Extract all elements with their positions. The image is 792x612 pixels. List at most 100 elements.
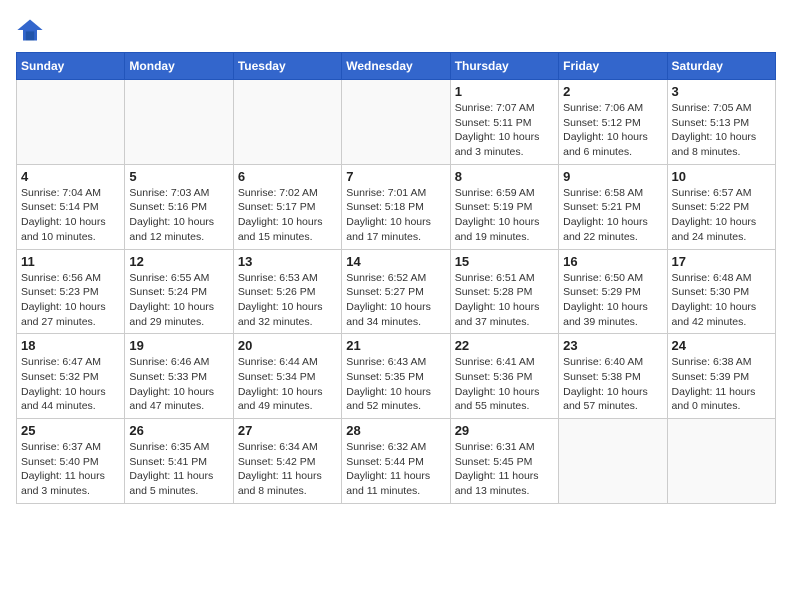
calendar-header-wednesday: Wednesday xyxy=(342,53,450,80)
day-info: Sunrise: 6:59 AM Sunset: 5:19 PM Dayligh… xyxy=(455,186,554,245)
logo-icon xyxy=(16,16,44,44)
day-number: 26 xyxy=(129,423,228,438)
day-number: 11 xyxy=(21,254,120,269)
day-info: Sunrise: 7:04 AM Sunset: 5:14 PM Dayligh… xyxy=(21,186,120,245)
calendar-cell: 22Sunrise: 6:41 AM Sunset: 5:36 PM Dayli… xyxy=(450,334,558,419)
day-number: 8 xyxy=(455,169,554,184)
day-number: 3 xyxy=(672,84,771,99)
calendar-cell: 7 Sunrise: 7:01 AM Sunset: 5:18 PM Daylig… xyxy=(342,164,450,249)
day-info: Sunrise: 7:03 AM Sunset: 5:16 PM Dayligh… xyxy=(129,186,228,245)
day-info: Sunrise: 6:56 AM Sunset: 5:23 PM Dayligh… xyxy=(21,271,120,330)
calendar-cell: 11 Sunrise: 6:56 AM Sunset: 5:23 PM Dayli… xyxy=(17,249,125,334)
day-number: 29 xyxy=(455,423,554,438)
calendar-header-row: SundayMondayTuesdayWednesdayThursdayFrid… xyxy=(17,53,776,80)
day-info: Sunrise: 6:46 AM Sunset: 5:33 PM Dayligh… xyxy=(129,355,228,414)
calendar-cell: 6 Sunrise: 7:02 AM Sunset: 5:17 PM Daylig… xyxy=(233,164,341,249)
calendar-cell: 26 Sunrise: 6:35 AM Sunset: 5:41 PM Dayli… xyxy=(125,419,233,504)
calendar-cell: 29 Sunrise: 6:31 AM Sunset: 5:45 PM Dayli… xyxy=(450,419,558,504)
calendar-cell: 25Sunrise: 6:37 AM Sunset: 5:40 PM Dayli… xyxy=(17,419,125,504)
day-number: 4 xyxy=(21,169,120,184)
calendar-week-row: 18 Sunrise: 6:47 AM Sunset: 5:32 PM Dayli… xyxy=(17,334,776,419)
day-info: Sunrise: 7:07 AM Sunset: 5:11 PM Dayligh… xyxy=(455,101,554,160)
day-number: 25 xyxy=(21,423,120,438)
day-number: 16 xyxy=(563,254,662,269)
calendar-cell: 4 Sunrise: 7:04 AM Sunset: 5:14 PM Daylig… xyxy=(17,164,125,249)
calendar-cell: 1 Sunrise: 7:07 AM Sunset: 5:11 PM Daylig… xyxy=(450,80,558,165)
day-info: Sunrise: 6:55 AM Sunset: 5:24 PM Dayligh… xyxy=(129,271,228,330)
calendar-cell: 14 Sunrise: 6:52 AM Sunset: 5:27 PM Dayli… xyxy=(342,249,450,334)
day-info: Sunrise: 6:58 AM Sunset: 5:21 PM Dayligh… xyxy=(563,186,662,245)
calendar-cell: 15 Sunrise: 6:51 AM Sunset: 5:28 PM Dayli… xyxy=(450,249,558,334)
calendar-table: SundayMondayTuesdayWednesdayThursdayFrid… xyxy=(16,52,776,504)
day-number: 18 xyxy=(21,338,120,353)
day-number: 14 xyxy=(346,254,445,269)
calendar-week-row: 11 Sunrise: 6:56 AM Sunset: 5:23 PM Dayli… xyxy=(17,249,776,334)
calendar-cell: 23 Sunrise: 6:40 AM Sunset: 5:38 PM Dayli… xyxy=(559,334,667,419)
calendar-cell: 9 Sunrise: 6:58 AM Sunset: 5:21 PM Daylig… xyxy=(559,164,667,249)
day-info: Sunrise: 6:32 AM Sunset: 5:44 PM Dayligh… xyxy=(346,440,445,499)
calendar-cell xyxy=(342,80,450,165)
calendar-cell: 16 Sunrise: 6:50 AM Sunset: 5:29 PM Dayli… xyxy=(559,249,667,334)
day-number: 13 xyxy=(238,254,337,269)
calendar-cell: 3Sunrise: 7:05 AM Sunset: 5:13 PM Daylig… xyxy=(667,80,775,165)
calendar-cell: 5 Sunrise: 7:03 AM Sunset: 5:16 PM Daylig… xyxy=(125,164,233,249)
day-number: 5 xyxy=(129,169,228,184)
day-info: Sunrise: 6:48 AM Sunset: 5:30 PM Dayligh… xyxy=(672,271,771,330)
calendar-header-thursday: Thursday xyxy=(450,53,558,80)
day-info: Sunrise: 6:38 AM Sunset: 5:39 PM Dayligh… xyxy=(672,355,771,414)
day-info: Sunrise: 7:02 AM Sunset: 5:17 PM Dayligh… xyxy=(238,186,337,245)
day-info: Sunrise: 6:40 AM Sunset: 5:38 PM Dayligh… xyxy=(563,355,662,414)
day-info: Sunrise: 6:50 AM Sunset: 5:29 PM Dayligh… xyxy=(563,271,662,330)
calendar-cell xyxy=(17,80,125,165)
day-info: Sunrise: 6:35 AM Sunset: 5:41 PM Dayligh… xyxy=(129,440,228,499)
calendar-cell: 17Sunrise: 6:48 AM Sunset: 5:30 PM Dayli… xyxy=(667,249,775,334)
day-number: 21 xyxy=(346,338,445,353)
calendar-cell: 24 Sunrise: 6:38 AM Sunset: 5:39 PM Dayli… xyxy=(667,334,775,419)
day-number: 9 xyxy=(563,169,662,184)
day-number: 12 xyxy=(129,254,228,269)
calendar-cell: 12 Sunrise: 6:55 AM Sunset: 5:24 PM Dayli… xyxy=(125,249,233,334)
day-number: 27 xyxy=(238,423,337,438)
day-info: Sunrise: 6:57 AM Sunset: 5:22 PM Dayligh… xyxy=(672,186,771,245)
day-number: 28 xyxy=(346,423,445,438)
calendar-header-friday: Friday xyxy=(559,53,667,80)
day-number: 22 xyxy=(455,338,554,353)
day-info: Sunrise: 6:52 AM Sunset: 5:27 PM Dayligh… xyxy=(346,271,445,330)
day-info: Sunrise: 7:06 AM Sunset: 5:12 PM Dayligh… xyxy=(563,101,662,160)
day-info: Sunrise: 6:51 AM Sunset: 5:28 PM Dayligh… xyxy=(455,271,554,330)
calendar-cell: 20Sunrise: 6:44 AM Sunset: 5:34 PM Dayli… xyxy=(233,334,341,419)
calendar-cell: 8 Sunrise: 6:59 AM Sunset: 5:19 PM Daylig… xyxy=(450,164,558,249)
day-number: 24 xyxy=(672,338,771,353)
day-number: 15 xyxy=(455,254,554,269)
calendar-cell: 19 Sunrise: 6:46 AM Sunset: 5:33 PM Dayli… xyxy=(125,334,233,419)
day-number: 19 xyxy=(129,338,228,353)
calendar-cell: 27 Sunrise: 6:34 AM Sunset: 5:42 PM Dayli… xyxy=(233,419,341,504)
calendar-cell xyxy=(559,419,667,504)
day-number: 7 xyxy=(346,169,445,184)
calendar-cell xyxy=(667,419,775,504)
calendar-week-row: 4 Sunrise: 7:04 AM Sunset: 5:14 PM Daylig… xyxy=(17,164,776,249)
day-info: Sunrise: 6:31 AM Sunset: 5:45 PM Dayligh… xyxy=(455,440,554,499)
day-number: 10 xyxy=(672,169,771,184)
calendar-week-row: 25Sunrise: 6:37 AM Sunset: 5:40 PM Dayli… xyxy=(17,419,776,504)
calendar-header-saturday: Saturday xyxy=(667,53,775,80)
calendar-header-tuesday: Tuesday xyxy=(233,53,341,80)
day-info: Sunrise: 7:01 AM Sunset: 5:18 PM Dayligh… xyxy=(346,186,445,245)
calendar-week-row: 1 Sunrise: 7:07 AM Sunset: 5:11 PM Daylig… xyxy=(17,80,776,165)
day-number: 2 xyxy=(563,84,662,99)
day-info: Sunrise: 6:47 AM Sunset: 5:32 PM Dayligh… xyxy=(21,355,120,414)
calendar-cell xyxy=(125,80,233,165)
calendar-cell xyxy=(233,80,341,165)
header xyxy=(16,16,776,44)
calendar-cell: 18 Sunrise: 6:47 AM Sunset: 5:32 PM Dayli… xyxy=(17,334,125,419)
day-info: Sunrise: 6:43 AM Sunset: 5:35 PM Dayligh… xyxy=(346,355,445,414)
day-number: 6 xyxy=(238,169,337,184)
calendar-cell: 28 Sunrise: 6:32 AM Sunset: 5:44 PM Dayli… xyxy=(342,419,450,504)
calendar-cell: 13Sunrise: 6:53 AM Sunset: 5:26 PM Dayli… xyxy=(233,249,341,334)
calendar-cell: 10 Sunrise: 6:57 AM Sunset: 5:22 PM Dayli… xyxy=(667,164,775,249)
calendar-cell: 21 Sunrise: 6:43 AM Sunset: 5:35 PM Dayli… xyxy=(342,334,450,419)
logo xyxy=(16,16,48,44)
day-number: 23 xyxy=(563,338,662,353)
day-info: Sunrise: 6:34 AM Sunset: 5:42 PM Dayligh… xyxy=(238,440,337,499)
day-number: 1 xyxy=(455,84,554,99)
